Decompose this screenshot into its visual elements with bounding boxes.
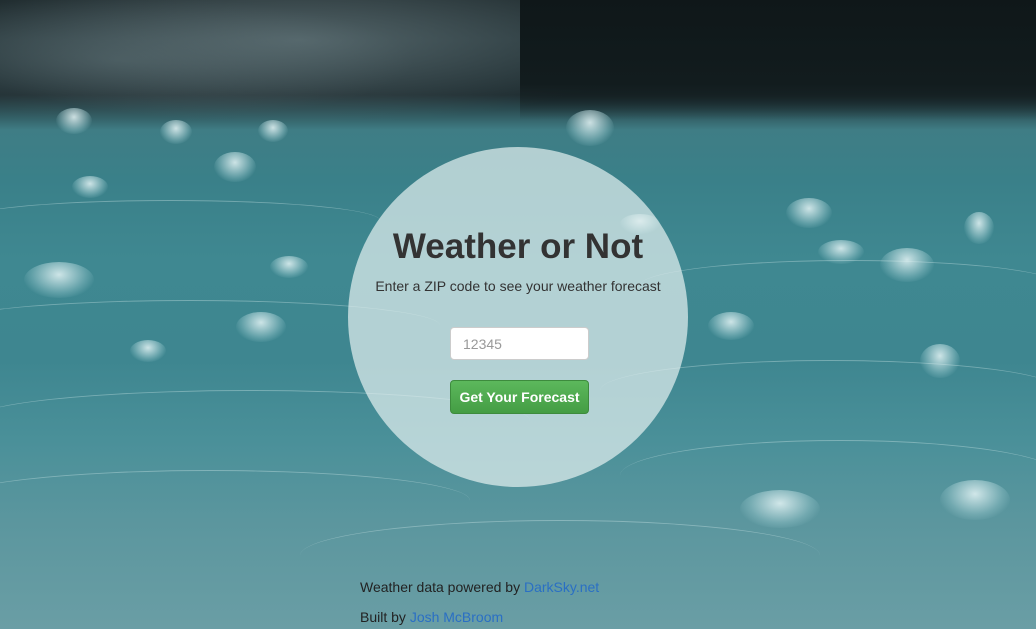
ripple: [620, 440, 1036, 511]
footer-built-text: Built by: [360, 609, 406, 625]
page-title: Weather or Not: [392, 227, 644, 266]
rain-drop: [786, 198, 832, 228]
ripple: [0, 200, 380, 241]
rain-drop: [270, 256, 308, 278]
rain-drop: [258, 120, 288, 142]
footer-powered-by: Weather data powered by DarkSky.net: [360, 578, 599, 608]
rain-drop: [72, 176, 108, 198]
page-subtitle: Enter a ZIP code to see your weather for…: [375, 278, 661, 294]
rain-drop: [24, 262, 94, 298]
get-forecast-button[interactable]: Get Your Forecast: [450, 380, 589, 414]
page: Weather or Not Enter a ZIP code to see y…: [0, 0, 1036, 629]
rain-drop: [214, 152, 256, 182]
footer: Weather data powered by DarkSky.net Buil…: [360, 578, 599, 629]
search-panel: Weather or Not Enter a ZIP code to see y…: [348, 147, 688, 487]
darksky-link[interactable]: DarkSky.net: [524, 579, 599, 595]
ripple: [0, 470, 470, 531]
rain-drop: [566, 110, 614, 146]
rain-drop: [56, 108, 92, 134]
footer-powered-text: Weather data powered by: [360, 579, 521, 595]
rain-drop: [708, 312, 754, 340]
rain-drop: [160, 120, 192, 144]
footer-built-by: Built by Josh McBroom: [360, 608, 599, 629]
rain-drop: [964, 212, 994, 244]
zip-code-input[interactable]: [450, 327, 589, 360]
author-link[interactable]: Josh McBroom: [410, 609, 503, 625]
ripple: [640, 260, 1036, 311]
